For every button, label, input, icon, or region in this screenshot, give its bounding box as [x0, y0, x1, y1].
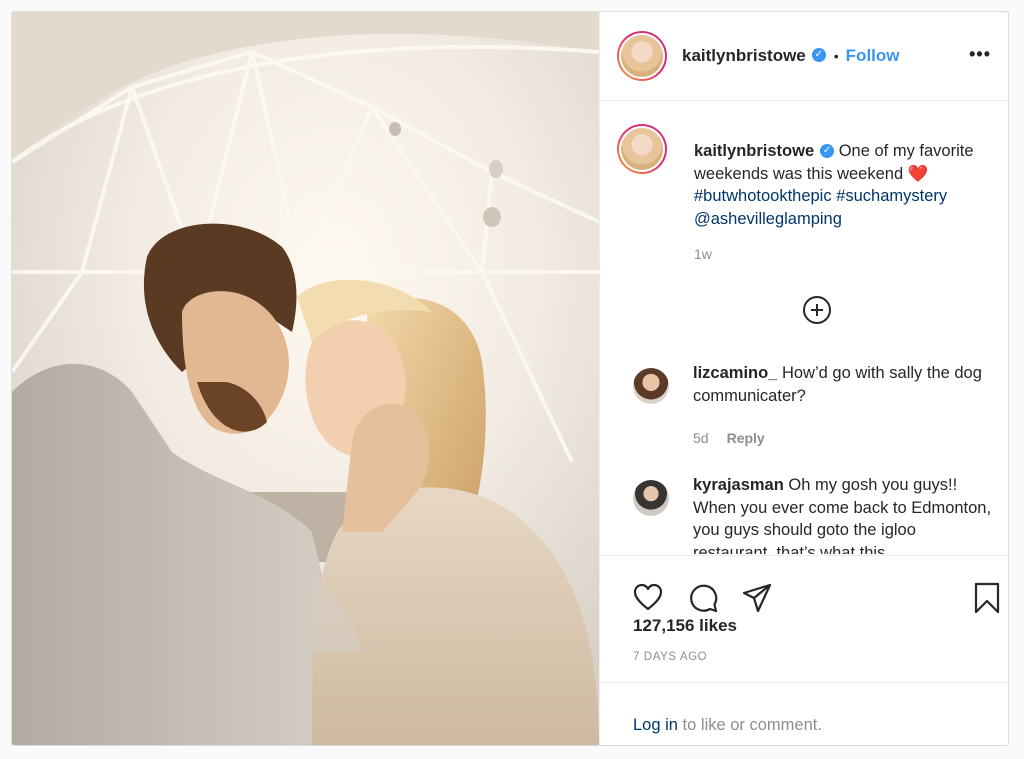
post-photo-image — [12, 12, 599, 745]
heart-icon[interactable] — [633, 583, 663, 611]
comment-age[interactable]: 5d — [693, 430, 709, 446]
post-actions: 127,156 likes 7 DAYS AGO Log in to like … — [600, 555, 1008, 745]
comments-list[interactable]: kaitlynbristowe ✓ One of my favorite week… — [600, 102, 1008, 554]
caption-text: kaitlynbristowe ✓ One of my favorite week… — [694, 140, 994, 230]
hashtag-link[interactable]: #suchamystery — [836, 187, 947, 205]
more-options-icon[interactable]: ••• — [969, 44, 991, 65]
hashtag-link[interactable]: #butwhotookthepic — [694, 187, 832, 205]
comment-text: lizcamino_ How’d go with sally the dog c… — [693, 362, 993, 407]
verified-badge-icon: ✓ — [811, 48, 826, 62]
comment-text: kyrajasman Oh my gosh you guys!! When yo… — [693, 474, 993, 554]
post-side-panel: kaitlynbristowe ✓ • Follow ••• kaitlynbr… — [599, 12, 1008, 745]
reply-button[interactable]: Reply — [727, 430, 765, 446]
post-date[interactable]: 7 DAYS AGO — [633, 651, 707, 663]
comment-username[interactable]: kyrajasman — [693, 476, 784, 494]
post-photo[interactable] — [12, 12, 599, 745]
caption-avatar[interactable] — [617, 124, 667, 174]
login-prompt-text: to like or comment. — [677, 716, 822, 734]
commenter-avatar[interactable] — [633, 480, 669, 516]
comment-meta: 5d Reply — [693, 430, 765, 446]
heart-emoji-icon: ❤️ — [907, 164, 929, 183]
follow-button[interactable]: Follow — [846, 46, 900, 66]
separator-dot: • — [833, 48, 839, 64]
author-avatar[interactable] — [617, 31, 667, 81]
caption-username[interactable]: kaitlynbristowe — [694, 142, 814, 160]
login-prompt: Log in to like or comment. — [600, 682, 1008, 745]
login-link[interactable]: Log in — [633, 716, 678, 734]
caption-age[interactable]: 1w — [694, 246, 712, 262]
comment-icon[interactable] — [688, 583, 718, 613]
mention-link[interactable]: @ashevilleglamping — [694, 210, 842, 228]
like-count[interactable]: 127,156 likes — [633, 616, 737, 636]
share-icon[interactable] — [742, 583, 772, 613]
bookmark-icon[interactable] — [973, 582, 1001, 614]
load-more-comments-icon[interactable] — [803, 296, 831, 324]
comment-username[interactable]: lizcamino_ — [693, 364, 777, 382]
post-header: kaitlynbristowe ✓ • Follow ••• — [600, 12, 1008, 101]
post-card: kaitlynbristowe ✓ • Follow ••• kaitlynbr… — [11, 11, 1009, 746]
commenter-avatar[interactable] — [633, 368, 669, 404]
verified-badge-icon: ✓ — [820, 143, 835, 158]
author-username[interactable]: kaitlynbristowe — [682, 46, 806, 66]
